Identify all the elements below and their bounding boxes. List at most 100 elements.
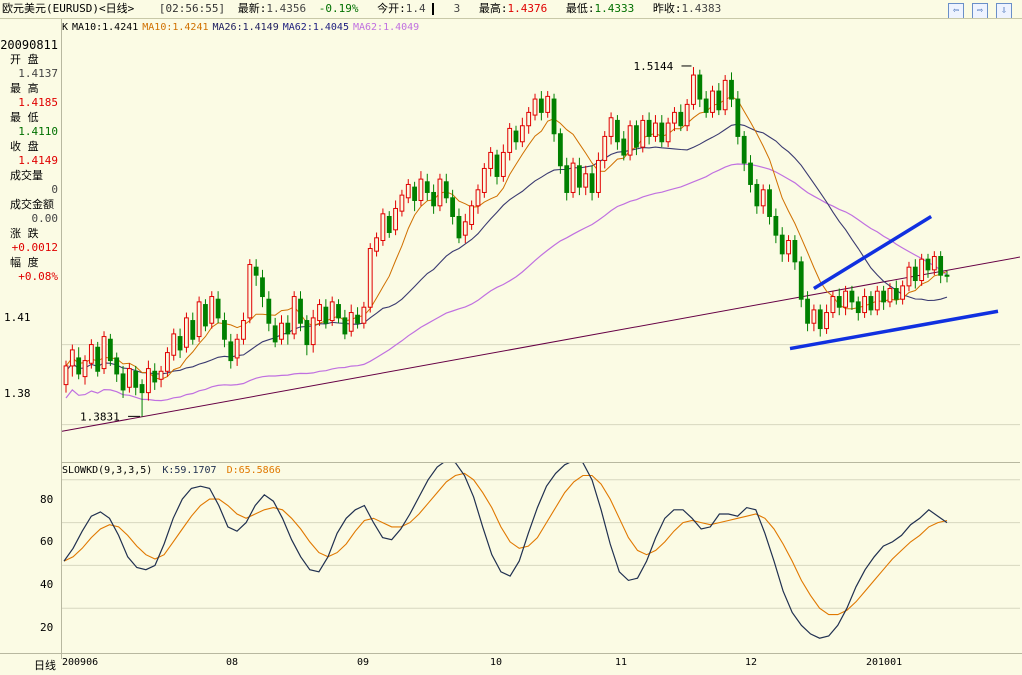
candle-up — [437, 178, 443, 207]
x-tick-label: 200906 — [62, 657, 99, 668]
kd-d-line — [63, 472, 948, 616]
candle-up — [380, 213, 386, 241]
x-tick-label: 12 — [745, 657, 758, 668]
x-tick-label: 08 — [226, 657, 239, 668]
ma62-line — [65, 163, 948, 402]
panel-value: 1.4149 — [18, 154, 58, 167]
ma-legend-item: MA62:1.4049 — [352, 22, 420, 33]
candle-down — [659, 122, 665, 143]
panel-value: 0.00 — [31, 212, 59, 225]
ma-legend: K MA10:1.4241 MA10:1.4241 MA26:1.4149 MA62:1… — [62, 22, 423, 33]
candle-down — [76, 357, 82, 375]
candle-down — [114, 357, 120, 375]
panel-value: +0.08% — [18, 270, 58, 283]
y-tick-label: 1.41 — [4, 311, 31, 324]
candle-down — [551, 98, 557, 135]
candle-up — [760, 189, 766, 207]
candle-down — [120, 373, 126, 391]
kd-legend: SLOWKD(9,3,3,5) K:59.1707 D:65.5866 — [62, 465, 285, 476]
candle-down — [849, 290, 855, 303]
candle-up — [374, 237, 379, 252]
latest-quote: 最新:1.4356 -0.19% — [237, 2, 359, 15]
candle-down — [576, 165, 582, 188]
panel-label: 开 盘 — [10, 53, 39, 66]
kd-name: SLOWKD(9,3,3,5) — [62, 465, 153, 476]
candle-up — [348, 312, 354, 332]
candle-up — [583, 173, 589, 188]
candle-down — [805, 298, 810, 324]
candle-down — [868, 296, 874, 311]
candle-down — [222, 320, 227, 340]
candle-down — [443, 181, 449, 199]
candle-down — [779, 234, 785, 255]
candle-down — [621, 138, 627, 156]
candle-up — [165, 352, 170, 372]
candle-up — [545, 95, 551, 113]
panel-value: 0 — [51, 183, 58, 196]
candle-down — [386, 215, 392, 233]
candle-down — [792, 240, 798, 263]
kd-indicator-chart[interactable]: SLOWKD(9,3,3,5) K:59.1707 D:65.5866 — [62, 463, 1020, 653]
candle-down — [729, 79, 734, 100]
kd-y-tick-label: 20 — [40, 621, 54, 634]
candle-down — [564, 165, 570, 193]
candle-down — [767, 189, 772, 217]
candle-up — [418, 178, 424, 201]
y-tick-label: 1.38 — [4, 387, 31, 400]
candle-down — [748, 162, 753, 185]
high-quote: 最高:1.4376 — [478, 2, 548, 15]
candle-down — [634, 125, 639, 148]
candle-up — [900, 285, 906, 300]
nav-buttons: ⇦ ⇨ ⇩ — [946, 1, 1018, 18]
candle-down — [215, 298, 221, 319]
kd-d-value: D:65.5866 — [226, 465, 281, 476]
candle-up — [919, 258, 925, 282]
candle-down — [304, 320, 310, 346]
time-axis: 日线 200906 08 09 10 11 12 201001 — [0, 653, 1022, 675]
panel-label: 最 低 — [10, 111, 39, 124]
candle-down — [253, 266, 259, 276]
candle-down — [912, 266, 918, 282]
candle-up — [596, 159, 601, 193]
panel-label: 幅 度 — [10, 256, 39, 269]
candle-up — [507, 127, 513, 153]
scroll-down-button[interactable]: ⇩ — [996, 3, 1012, 18]
candle-up — [931, 256, 937, 271]
candle-up — [69, 349, 75, 367]
candle-down — [817, 309, 823, 330]
instrument-title: 欧元美元(EURUSD)<日线> — [2, 2, 135, 15]
bar-info-panel: 20090811 开 盘 1.4137 最 高 1.4185 最 低 1.4110 收 盘1… — [0, 19, 62, 659]
candle-down — [557, 133, 563, 167]
candle-down — [538, 98, 544, 113]
candle-up — [627, 125, 633, 156]
candle-up — [361, 306, 367, 324]
candle-down — [836, 296, 842, 308]
candle-down — [754, 183, 760, 207]
candle-down — [152, 370, 158, 383]
candle-up — [570, 162, 576, 193]
candle-up — [247, 264, 253, 319]
candle-up — [291, 296, 297, 335]
candle-up — [500, 151, 506, 177]
candle-up — [241, 320, 246, 340]
candle-up — [653, 122, 658, 137]
candle-up — [329, 301, 335, 322]
scroll-right-button[interactable]: ⇨ — [972, 3, 988, 18]
scroll-left-button[interactable]: ⇦ — [948, 3, 964, 18]
candle-down — [678, 111, 684, 127]
price-chart[interactable]: 1.5144 1.3831 K MA10:1.4241 MA10:1.4241 MA26… — [62, 19, 1020, 463]
candle-down — [266, 298, 272, 324]
candle-down — [203, 304, 208, 327]
kd-k-value: K:59.1707 — [162, 465, 217, 476]
bar-date: 20090811 — [0, 38, 58, 52]
candle-up — [184, 317, 189, 348]
candle-up — [811, 309, 817, 324]
candle-up — [310, 317, 316, 346]
candle-down — [881, 290, 887, 303]
candle-down — [513, 130, 519, 143]
candle-up — [874, 290, 880, 311]
panel-value: 1.4137 — [18, 67, 58, 80]
candle-down — [355, 314, 360, 324]
candle-down — [697, 74, 703, 100]
candle-down — [615, 119, 620, 143]
